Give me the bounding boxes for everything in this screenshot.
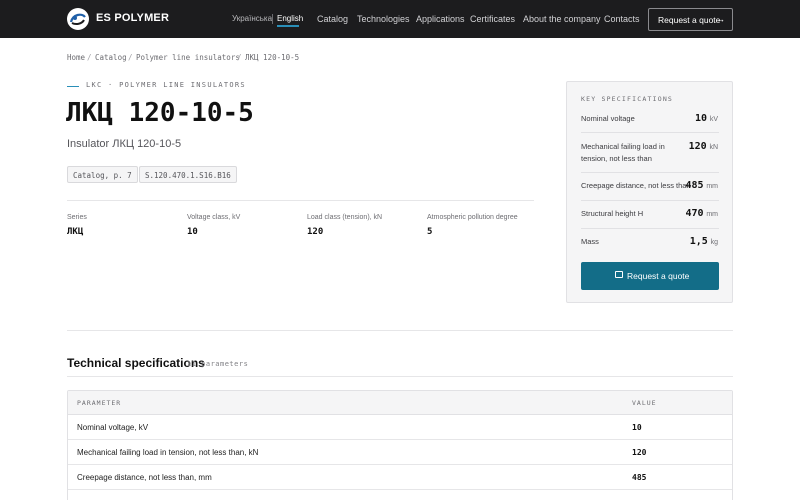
spec-nominal-voltage-value: 10 kV <box>695 113 718 124</box>
arrow-right-icon: → <box>716 14 725 24</box>
divider <box>67 200 534 201</box>
product-code-tag: S.120.470.1.S16.B16 <box>139 166 237 183</box>
spec-row-divider <box>581 172 719 173</box>
request-quote-label: Request a quote <box>658 15 721 25</box>
top-navigation-bar: ES POLYMER Українська English Catalog Te… <box>0 0 800 38</box>
stat-series-label: Series <box>67 214 87 221</box>
specifications-table: PARAMETER VALUE Nominal voltage, kV 10 M… <box>67 390 733 500</box>
table-cell-parameter: Nominal voltage, kV <box>77 423 149 432</box>
catalog-page-tag: Catalog, p. 7 <box>67 166 138 183</box>
table-cell-value: 120 <box>632 448 647 457</box>
nav-contacts[interactable]: Contacts <box>604 14 640 24</box>
request-quote-header-button[interactable]: Request a quote → <box>648 8 733 31</box>
section-divider <box>67 330 733 331</box>
spec-height-label: Structural height H <box>581 209 644 218</box>
spec-value-number: 470 <box>685 208 704 219</box>
request-quote-button[interactable]: Request a quote <box>581 262 719 290</box>
breadcrumb-home[interactable]: Home <box>67 53 85 62</box>
divider <box>67 376 733 377</box>
language-english-link[interactable]: English <box>277 14 303 23</box>
breadcrumb-current: ЛКЦ 120-10-5 <box>245 53 300 62</box>
spec-row-divider <box>581 228 719 229</box>
spec-creepage-value: 485 mm <box>685 180 718 191</box>
table-cell-parameter: Mechanical failing load in tension, not … <box>77 448 259 457</box>
key-specifications-card: KEY SPECIFICATIONS Nominal voltage 10 kV… <box>566 81 733 303</box>
nav-applications[interactable]: Applications <box>416 14 465 24</box>
spec-nominal-voltage-label: Nominal voltage <box>581 114 635 123</box>
spec-height-value: 470 mm <box>685 208 718 219</box>
stat-voltage-value: 10 <box>187 227 198 237</box>
spec-unit: mm <box>706 183 718 190</box>
request-quote-button-label: Request a quote <box>627 271 690 281</box>
spec-value-number: 485 <box>685 180 704 191</box>
page-title: ЛКЦ 120-10-5 <box>66 98 254 128</box>
column-header-value: VALUE <box>632 399 657 407</box>
breadcrumb-separator: / <box>237 53 242 62</box>
stat-pollution-label: Atmospheric pollution degree <box>427 214 518 221</box>
language-ukrainian-link[interactable]: Українська <box>232 14 272 23</box>
stat-pollution-value: 5 <box>427 227 433 237</box>
kicker-accent-line <box>67 86 79 87</box>
spec-unit: kV <box>709 116 718 123</box>
stat-voltage-label: Voltage class, kV <box>187 214 241 221</box>
table-row <box>68 490 732 500</box>
nav-technologies[interactable]: Technologies <box>357 14 410 24</box>
stat-load-value: 120 <box>307 227 324 237</box>
stat-series-value: ЛКЦ <box>67 227 84 237</box>
breadcrumb-polymer-line-insulators[interactable]: Polymer line insulators <box>136 53 240 62</box>
table-cell-value: 10 <box>632 423 642 432</box>
spec-value-number: 120 <box>688 141 707 152</box>
key-specifications-title: KEY SPECIFICATIONS <box>581 95 674 103</box>
breadcrumb-catalog[interactable]: Catalog <box>95 53 127 62</box>
breadcrumb-separator: / <box>128 53 133 62</box>
spec-failing-load-value: 120 kN <box>689 141 718 152</box>
table-header: PARAMETER VALUE <box>68 391 732 415</box>
brand-name[interactable]: ES POLYMER <box>96 12 169 24</box>
nav-about-company[interactable]: About the company <box>523 14 601 24</box>
language-separator <box>272 14 273 24</box>
spec-value-number: 10 <box>695 113 708 124</box>
breadcrumb-separator: / <box>87 53 92 62</box>
stat-load-label: Load class (tension), kN <box>307 214 383 221</box>
nav-catalog[interactable]: Catalog <box>317 14 348 24</box>
parameter-count: 11 parameters <box>187 360 249 368</box>
spec-unit: kN <box>709 144 718 151</box>
active-language-indicator <box>277 25 299 27</box>
es-polymer-logo-icon[interactable] <box>67 8 89 30</box>
table-row: Mechanical failing load in tension, not … <box>68 440 732 465</box>
product-subtitle: Insulator ЛКЦ 120-10-5 <box>67 138 182 150</box>
nav-certificates[interactable]: Certificates <box>470 14 515 24</box>
spec-creepage-label: Creepage distance, not less than <box>581 181 691 190</box>
spec-unit: kg <box>710 239 718 246</box>
table-row: Creepage distance, not less than, mm 485 <box>68 465 732 490</box>
spec-failing-load-label: Mechanical failing load in tension, not … <box>581 142 665 163</box>
spec-unit: mm <box>706 211 718 218</box>
spec-row-divider <box>581 132 719 133</box>
table-cell-value: 485 <box>632 473 647 482</box>
product-kicker: LKC · POLYMER LINE INSULATORS <box>86 81 246 89</box>
technical-specifications-title: Technical specifications <box>67 356 205 370</box>
spec-mass-label: Mass <box>581 237 599 246</box>
table-cell-parameter: Creepage distance, not less than, mm <box>77 473 212 482</box>
spec-value-number: 1,5 <box>689 236 708 247</box>
spec-row-divider <box>581 200 719 201</box>
spec-mass-value: 1,5 kg <box>690 236 718 247</box>
mail-icon <box>615 271 623 278</box>
column-header-parameter: PARAMETER <box>77 399 122 407</box>
table-row: Nominal voltage, kV 10 <box>68 415 732 440</box>
